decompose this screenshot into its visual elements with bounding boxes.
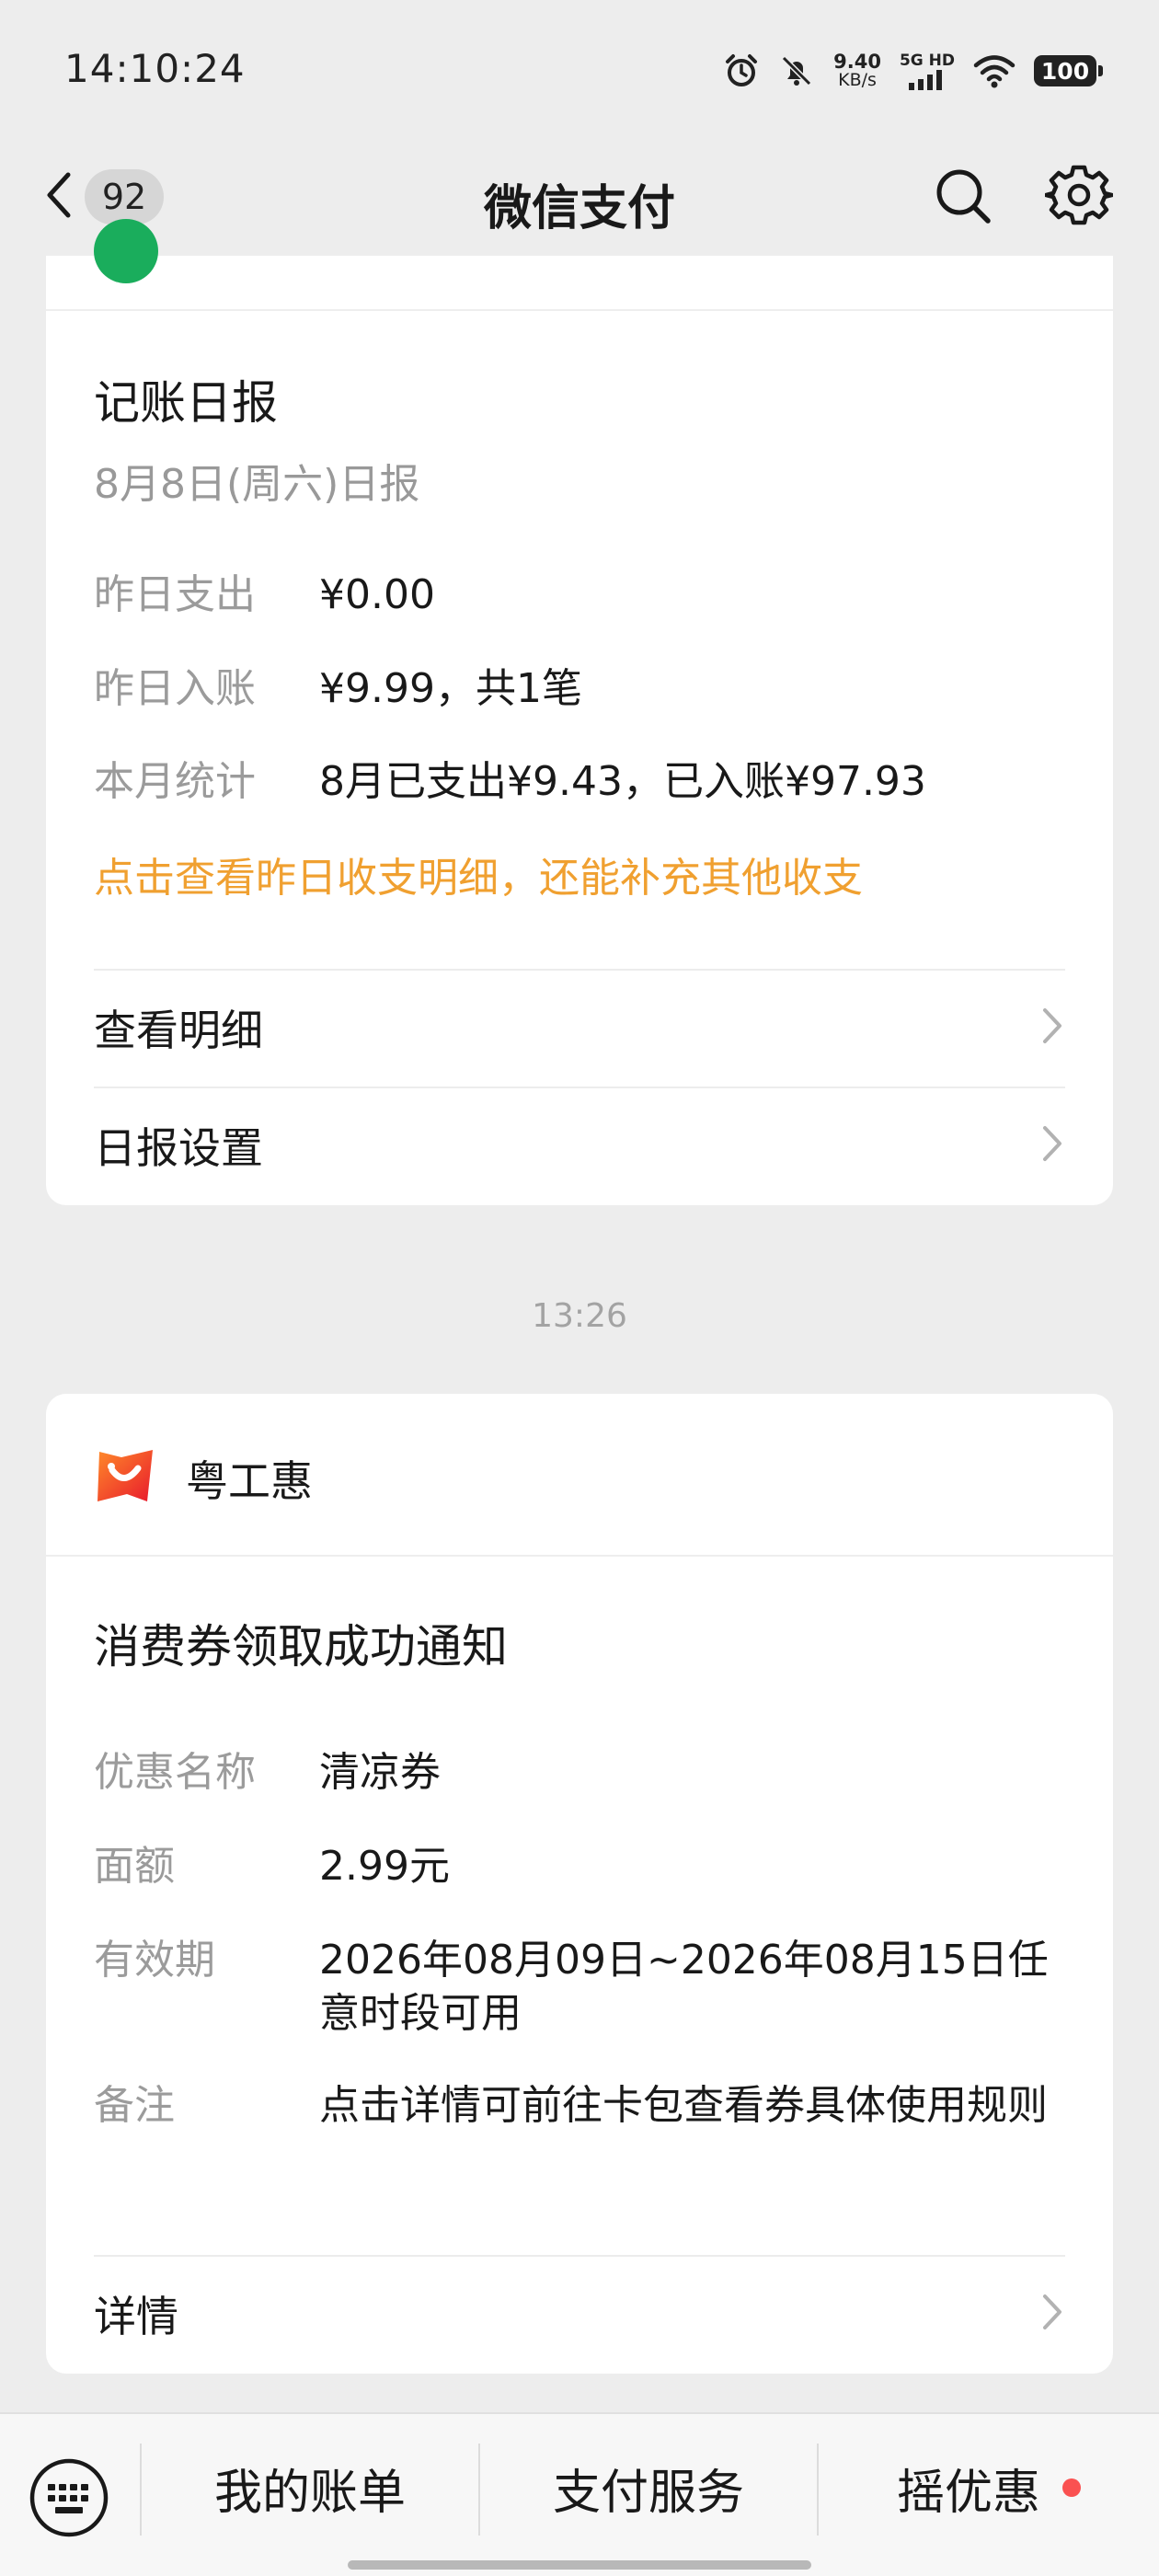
- row-value: ¥9.99，共1笔: [319, 665, 582, 712]
- row-value: 2026年08月09日~2026年08月15日任意时段可用: [319, 1937, 1049, 2037]
- signal-bars-icon: [908, 70, 942, 90]
- wifi-icon: [973, 53, 1016, 88]
- row-value: ¥0.00: [319, 571, 435, 618]
- brand-name: 粤工惠: [186, 1456, 313, 1506]
- menu-shake-offers[interactable]: 摇优惠: [819, 2442, 1159, 2534]
- row-value: 清凉券: [319, 1749, 441, 1796]
- row-label: 面额: [94, 1843, 175, 1890]
- view-details-row[interactable]: 查看明细: [94, 970, 1065, 1086]
- coupon-row-remark: 备注 点击详情可前往卡包查看券具体使用规则: [94, 2079, 1065, 2133]
- details-row[interactable]: 详情: [94, 2256, 1065, 2372]
- divider: [46, 1555, 1113, 1557]
- menu-label: 摇优惠: [896, 2465, 1040, 2521]
- chevron-right-icon: [1038, 1121, 1065, 1170]
- alarm-icon: [723, 52, 760, 89]
- row-label: 昨日支出: [94, 571, 256, 618]
- action-label: 日报设置: [94, 1123, 263, 1173]
- action-label: 查看明细: [94, 1006, 263, 1055]
- daily-report-card[interactable]: 记账日报 8月8日(周六)日报 昨日支出 ¥0.00 昨日入账 ¥9.99，共1…: [46, 219, 1113, 1205]
- keyboard-icon[interactable]: [28, 2456, 110, 2543]
- report-row-income: 昨日入账 ¥9.99，共1笔: [94, 662, 1065, 716]
- coupon-row-name: 优惠名称 清凉券: [94, 1746, 1065, 1800]
- row-value: 8月已支出¥9.43，已入账¥97.93: [319, 758, 926, 805]
- menu-payment-services[interactable]: 支付服务: [480, 2442, 817, 2534]
- net-speed: 9.40 KB/s: [833, 51, 881, 90]
- chevron-right-icon: [1038, 1003, 1065, 1052]
- home-indicator[interactable]: [348, 2560, 811, 2570]
- status-bar: 14:10:24 9.40 KB/s 5G HD 100: [0, 0, 1159, 138]
- coupon-row-amount: 面额 2.99元: [94, 1840, 1065, 1893]
- search-icon[interactable]: [931, 158, 995, 236]
- report-subtitle: 8月8日(周六)日报: [94, 461, 420, 508]
- cell-signal: 5G HD: [900, 52, 955, 90]
- report-row-expense: 昨日支出 ¥0.00: [94, 569, 1065, 622]
- nav-bar: 92 微信支付: [0, 138, 1159, 256]
- brand-logo-icon: [94, 1446, 158, 1511]
- status-time: 14:10:24: [64, 46, 246, 91]
- chevron-right-icon: [1038, 2289, 1065, 2339]
- row-value: 点击详情可前往卡包查看券具体使用规则: [319, 2082, 1048, 2129]
- view-detail-link[interactable]: 点击查看昨日收支明细，还能补充其他收支: [94, 845, 863, 903]
- wechat-pay-logo: [94, 219, 158, 283]
- coupon-row-validity: 有效期 2026年08月09日~2026年08月15日任意时段可用: [94, 1934, 1065, 2041]
- row-value: 2.99元: [319, 1843, 450, 1890]
- report-title: 记账日报: [94, 376, 278, 430]
- report-row-monthly: 本月统计 8月已支出¥9.43，已入账¥97.93: [94, 755, 1065, 809]
- row-label: 优惠名称: [94, 1749, 256, 1796]
- brand-header: 粤工惠: [94, 1442, 313, 1515]
- notification-dot: [1062, 2478, 1081, 2497]
- divider: [46, 309, 1113, 311]
- message-timestamp: 13:26: [532, 1297, 627, 1335]
- coupon-notice-card[interactable]: 粤工惠 消费券领取成功通知 优惠名称 清凉券 面额 2.99元 有效期 2026…: [46, 1394, 1113, 2374]
- row-label: 昨日入账: [94, 665, 256, 712]
- mute-bell-icon: [778, 52, 815, 89]
- battery-indicator: 100: [1034, 55, 1103, 86]
- action-label: 详情: [94, 2292, 178, 2341]
- status-icons: 9.40 KB/s 5G HD 100: [723, 48, 1103, 94]
- row-label: 备注: [94, 2082, 175, 2129]
- notice-title: 消费券领取成功通知: [94, 1620, 508, 1673]
- gear-icon[interactable]: [1043, 158, 1115, 236]
- report-settings-row[interactable]: 日报设置: [94, 1087, 1065, 1203]
- row-label: 有效期: [94, 1937, 215, 1984]
- row-label: 本月统计: [94, 758, 256, 805]
- menu-my-bills[interactable]: 我的账单: [142, 2442, 478, 2534]
- bottom-menu-bar: 我的账单 支付服务 摇优惠: [0, 2412, 1159, 2576]
